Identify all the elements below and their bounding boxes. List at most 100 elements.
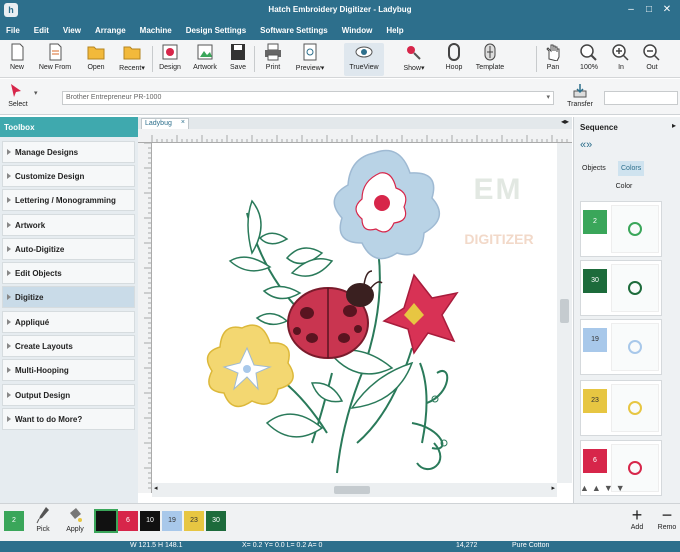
thumbnail-shape	[628, 401, 642, 415]
zoom-in-button[interactable]: In	[610, 43, 632, 76]
tab-colors[interactable]: Colors	[618, 161, 645, 176]
window-title: Hatch Embroidery Digitizer - Ladybug	[268, 5, 412, 14]
vertical-scrollbar[interactable]	[557, 143, 572, 483]
apply-button[interactable]: Apply	[62, 506, 88, 533]
current-color-swatch[interactable]: 2	[4, 511, 24, 531]
remove-color-button[interactable]: − Remo	[654, 506, 680, 531]
design-button[interactable]: Design	[155, 43, 185, 76]
zoom-out-button[interactable]: Out	[640, 43, 664, 76]
tab-scroll-icon[interactable]: ◂▸	[561, 117, 569, 126]
object-thumbnail	[611, 205, 659, 253]
object-thumbnail	[611, 264, 659, 312]
status-bar: W 121.5 H 148.1 X= 0.2 Y= 0.0 L= 0.2 A= …	[0, 541, 680, 552]
template-icon	[484, 43, 496, 61]
toolbox-auto-digitize[interactable]: Auto-Digitize	[2, 238, 135, 260]
preview-button[interactable]: Preview▾	[290, 43, 330, 76]
add-color-button[interactable]: + Add	[626, 506, 648, 531]
sequence-color-swatch[interactable]: 30	[583, 269, 607, 293]
recent-button[interactable]: Recent▾	[114, 43, 150, 76]
palette-swatch[interactable]	[94, 509, 118, 533]
show-icon	[407, 46, 421, 60]
zoom-100-button[interactable]: 100%	[576, 43, 602, 76]
palette-swatch[interactable]: 6	[118, 511, 138, 531]
select-arrow-icon	[11, 84, 21, 97]
menu-arrange[interactable]: Arrange	[95, 26, 126, 35]
menu-window[interactable]: Window	[342, 26, 373, 35]
sequence-row[interactable]: 23	[580, 380, 662, 436]
menu-design-settings[interactable]: Design Settings	[186, 26, 246, 35]
scroll-left-icon[interactable]: ◂	[154, 484, 158, 492]
sequence-nav-icon[interactable]: «»	[580, 139, 592, 151]
panel-collapse-icon[interactable]: ▸	[672, 121, 676, 130]
close-tab-icon[interactable]: ×	[181, 119, 185, 126]
toolbox-want-more[interactable]: Want to do More?	[2, 408, 135, 430]
sequence-row[interactable]: 30	[580, 260, 662, 316]
ladybug-design[interactable]	[152, 143, 557, 483]
menu-view[interactable]: View	[63, 26, 81, 35]
toolbox-applique[interactable]: Appliqué	[2, 311, 135, 333]
design-canvas[interactable]: EM DIGITIZER	[152, 143, 557, 483]
zoom-out-icon	[643, 44, 660, 61]
color-column-header: Color	[615, 183, 633, 190]
palette-swatch[interactable]: 19	[162, 511, 182, 531]
select-dropdown-icon[interactable]: ▾	[34, 89, 38, 97]
pan-button[interactable]: Pan	[542, 43, 564, 76]
toolbox-digitize[interactable]: Digitize	[2, 286, 135, 308]
horizontal-scroll-thumb[interactable]	[334, 486, 370, 494]
preview-icon	[303, 43, 317, 61]
new-from-icon	[49, 43, 62, 61]
new-from-button[interactable]: New From	[34, 43, 76, 76]
show-button[interactable]: Show▾	[398, 43, 430, 76]
menu-help[interactable]: Help	[386, 26, 403, 35]
toolbox-lettering[interactable]: Lettering / Monogramming	[2, 189, 135, 211]
transfer-button[interactable]: Transfer	[562, 81, 598, 113]
toolbar-separator	[152, 46, 153, 72]
menu-machine[interactable]: Machine	[140, 26, 172, 35]
toolbox-output-design[interactable]: Output Design	[2, 384, 135, 406]
toolbox-multi-hooping[interactable]: Multi-Hooping	[2, 359, 135, 381]
pick-button[interactable]: Pick	[32, 506, 54, 533]
scroll-right-icon[interactable]: ▸	[551, 484, 555, 492]
horizontal-scrollbar[interactable]: ◂ ▸	[152, 483, 557, 497]
menu-file[interactable]: File	[6, 26, 20, 35]
sequence-color-swatch[interactable]: 6	[583, 449, 607, 473]
main-toolbar: New New From Open Recent▾ Design Artwork…	[0, 40, 680, 78]
zoom-icon	[580, 44, 597, 61]
toolbox-customize-design[interactable]: Customize Design	[2, 165, 135, 187]
toolbox-artwork[interactable]: Artwork	[2, 214, 135, 236]
toolbox-manage-designs[interactable]: Manage Designs	[2, 141, 135, 163]
palette-swatch[interactable]: 23	[184, 511, 204, 531]
machine-dropdown[interactable]: Brother Entrepreneur PR-1000 ▾	[62, 91, 554, 105]
sequence-row[interactable]: 19	[580, 319, 662, 375]
sequence-color-swatch[interactable]: 2	[583, 210, 607, 234]
close-icon[interactable]: ✕	[660, 3, 674, 17]
sequence-color-swatch[interactable]: 19	[583, 328, 607, 352]
toolbox-create-layouts[interactable]: Create Layouts	[2, 335, 135, 357]
color-bar: 2 Pick Apply 6 10 19 23 30 + Add − Remo	[0, 503, 680, 541]
sequence-row[interactable]: 2	[580, 201, 662, 257]
palette-swatch[interactable]: 30	[206, 511, 226, 531]
select-button[interactable]: Select	[4, 81, 32, 113]
menu-software-settings[interactable]: Software Settings	[260, 26, 328, 35]
minimize-icon[interactable]: –	[624, 3, 638, 17]
template-button[interactable]: Template	[472, 43, 508, 76]
transfer-field[interactable]	[604, 91, 678, 105]
toolbox-edit-objects[interactable]: Edit Objects	[2, 262, 135, 284]
sequence-title: Sequence	[580, 123, 618, 132]
maximize-icon[interactable]: □	[642, 3, 656, 17]
menu-edit[interactable]: Edit	[34, 26, 49, 35]
tab-ladybug[interactable]: Ladybug ×	[141, 118, 189, 129]
save-button[interactable]: Save	[226, 43, 250, 76]
trueview-button[interactable]: TrueView	[344, 43, 384, 76]
palette-swatch[interactable]: 10	[140, 511, 160, 531]
new-button[interactable]: New	[4, 43, 30, 76]
open-button[interactable]: Open	[82, 43, 110, 76]
sequence-color-swatch[interactable]: 23	[583, 389, 607, 413]
tab-objects[interactable]: Objects	[582, 165, 606, 172]
sequence-order-icons[interactable]: ▲▲▼▼	[580, 483, 628, 493]
print-button[interactable]: Print	[260, 43, 286, 76]
hoop-button[interactable]: Hoop	[440, 43, 468, 76]
artwork-button[interactable]: Artwork	[188, 43, 222, 76]
vertical-scroll-thumb[interactable]	[560, 299, 569, 323]
thumbnail-shape	[628, 461, 642, 475]
